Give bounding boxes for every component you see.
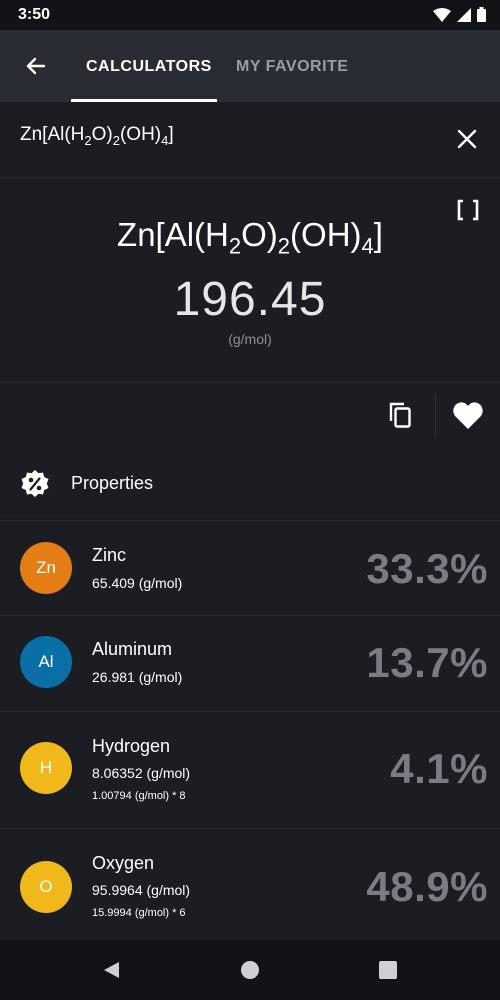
tab-my-favorite[interactable]: MY FAVORITE bbox=[236, 58, 348, 76]
element-row-aluminum: Al Aluminum 26.981 (g/mol) 13.7% bbox=[0, 615, 500, 711]
back-arrow-icon bbox=[26, 57, 46, 75]
element-badge: O bbox=[20, 861, 72, 913]
formula-part: O) bbox=[241, 216, 278, 253]
element-row-zinc: Zn Zinc 65.409 (g/mol) 33.3% bbox=[0, 520, 500, 615]
formula-subscript: 2 bbox=[84, 132, 92, 148]
system-navigation-bar bbox=[0, 940, 500, 1000]
status-time: 3:50 bbox=[18, 6, 51, 23]
properties-header: Properties bbox=[0, 447, 500, 519]
element-row-oxygen: O Oxygen 95.9964 (g/mol) 15.9994 (g/mol)… bbox=[0, 828, 500, 943]
copy-button[interactable] bbox=[384, 399, 416, 431]
element-mass: 26.981 (g/mol) bbox=[92, 669, 183, 685]
element-percent: 4.1% bbox=[390, 745, 488, 792]
formula-part: (OH) bbox=[290, 216, 362, 253]
element-symbol: Al bbox=[38, 652, 54, 671]
tab-calculators[interactable]: CALCULATORS bbox=[86, 58, 212, 76]
element-mass: 8.06352 (g/mol) bbox=[92, 765, 191, 781]
back-button[interactable] bbox=[20, 50, 52, 82]
circle-home-icon bbox=[241, 961, 259, 979]
element-symbol: O bbox=[39, 877, 53, 896]
formula-subscript: 2 bbox=[228, 233, 242, 259]
triangle-back-icon bbox=[104, 962, 119, 978]
properties-icon-wrap bbox=[20, 469, 50, 499]
signal-icon bbox=[457, 7, 471, 22]
molar-mass-value: 196.45 bbox=[173, 273, 327, 326]
battery-icon bbox=[477, 7, 486, 22]
formula-part: Zn[Al(H bbox=[117, 216, 229, 253]
element-name: Hydrogen bbox=[92, 736, 171, 756]
favorite-button[interactable] bbox=[450, 398, 486, 432]
formula-subscript: 4 bbox=[361, 233, 374, 259]
wifi-icon bbox=[433, 7, 451, 22]
percent-badge-icon bbox=[21, 470, 49, 497]
status-icons bbox=[433, 7, 486, 22]
copy-icon bbox=[389, 402, 411, 428]
element-list: Zn Zinc 65.409 (g/mol) 33.3% Al Aluminum… bbox=[0, 520, 500, 943]
formula-subscript: 2 bbox=[277, 233, 291, 259]
element-mass: 65.409 (g/mol) bbox=[92, 575, 183, 591]
element-symbol: H bbox=[39, 758, 53, 777]
molar-mass-unit: (g/mol) bbox=[228, 331, 272, 347]
element-badge: H bbox=[20, 742, 72, 794]
nav-back-button[interactable] bbox=[99, 958, 123, 982]
formula-part: O) bbox=[91, 124, 113, 145]
close-icon bbox=[457, 129, 477, 149]
element-mass: 95.9964 (g/mol) bbox=[92, 882, 191, 898]
element-badge: Al bbox=[20, 636, 72, 688]
square-recents-icon bbox=[379, 961, 397, 979]
action-row bbox=[0, 382, 500, 447]
element-name: Aluminum bbox=[92, 639, 173, 659]
element-detail: 15.9994 (g/mol) * 6 bbox=[92, 907, 186, 919]
element-percent: 33.3% bbox=[366, 545, 488, 592]
formula-input-row: Zn[Al(H2O)2(OH)4] bbox=[0, 102, 500, 178]
action-divider bbox=[435, 393, 436, 437]
element-percent: 48.9% bbox=[366, 863, 488, 910]
result-card: Zn[Al(H2O)2(OH)4] 196.45 (g/mol) bbox=[0, 178, 500, 382]
formula-part: (OH) bbox=[119, 124, 162, 145]
element-name: Oxygen bbox=[92, 853, 155, 873]
heart-icon bbox=[453, 402, 483, 429]
formula-part: ] bbox=[373, 216, 383, 253]
app-bar: CALCULATORS MY FAVORITE bbox=[0, 30, 500, 102]
element-name: Zinc bbox=[92, 545, 127, 565]
formula-part: ] bbox=[168, 124, 174, 145]
result-formula: Zn[Al(H2O)2(OH)4] bbox=[0, 216, 500, 260]
clear-button[interactable] bbox=[454, 126, 480, 152]
properties-title: Properties bbox=[71, 473, 154, 493]
element-symbol: Zn bbox=[36, 558, 56, 577]
element-detail: 1.00794 (g/mol) * 8 bbox=[92, 790, 186, 802]
element-row-hydrogen: H Hydrogen 8.06352 (g/mol) 1.00794 (g/mo… bbox=[0, 711, 500, 828]
nav-home-button[interactable] bbox=[238, 958, 262, 982]
formula-part: Zn[Al(H bbox=[20, 124, 85, 145]
nav-recents-button[interactable] bbox=[376, 958, 400, 982]
formula-subscript: 2 bbox=[112, 132, 120, 148]
element-badge: Zn bbox=[20, 542, 72, 594]
element-percent: 13.7% bbox=[366, 639, 488, 686]
formula-input[interactable]: Zn[Al(H2O)2(OH)4] bbox=[20, 124, 174, 148]
status-bar: 3:50 bbox=[0, 0, 500, 30]
